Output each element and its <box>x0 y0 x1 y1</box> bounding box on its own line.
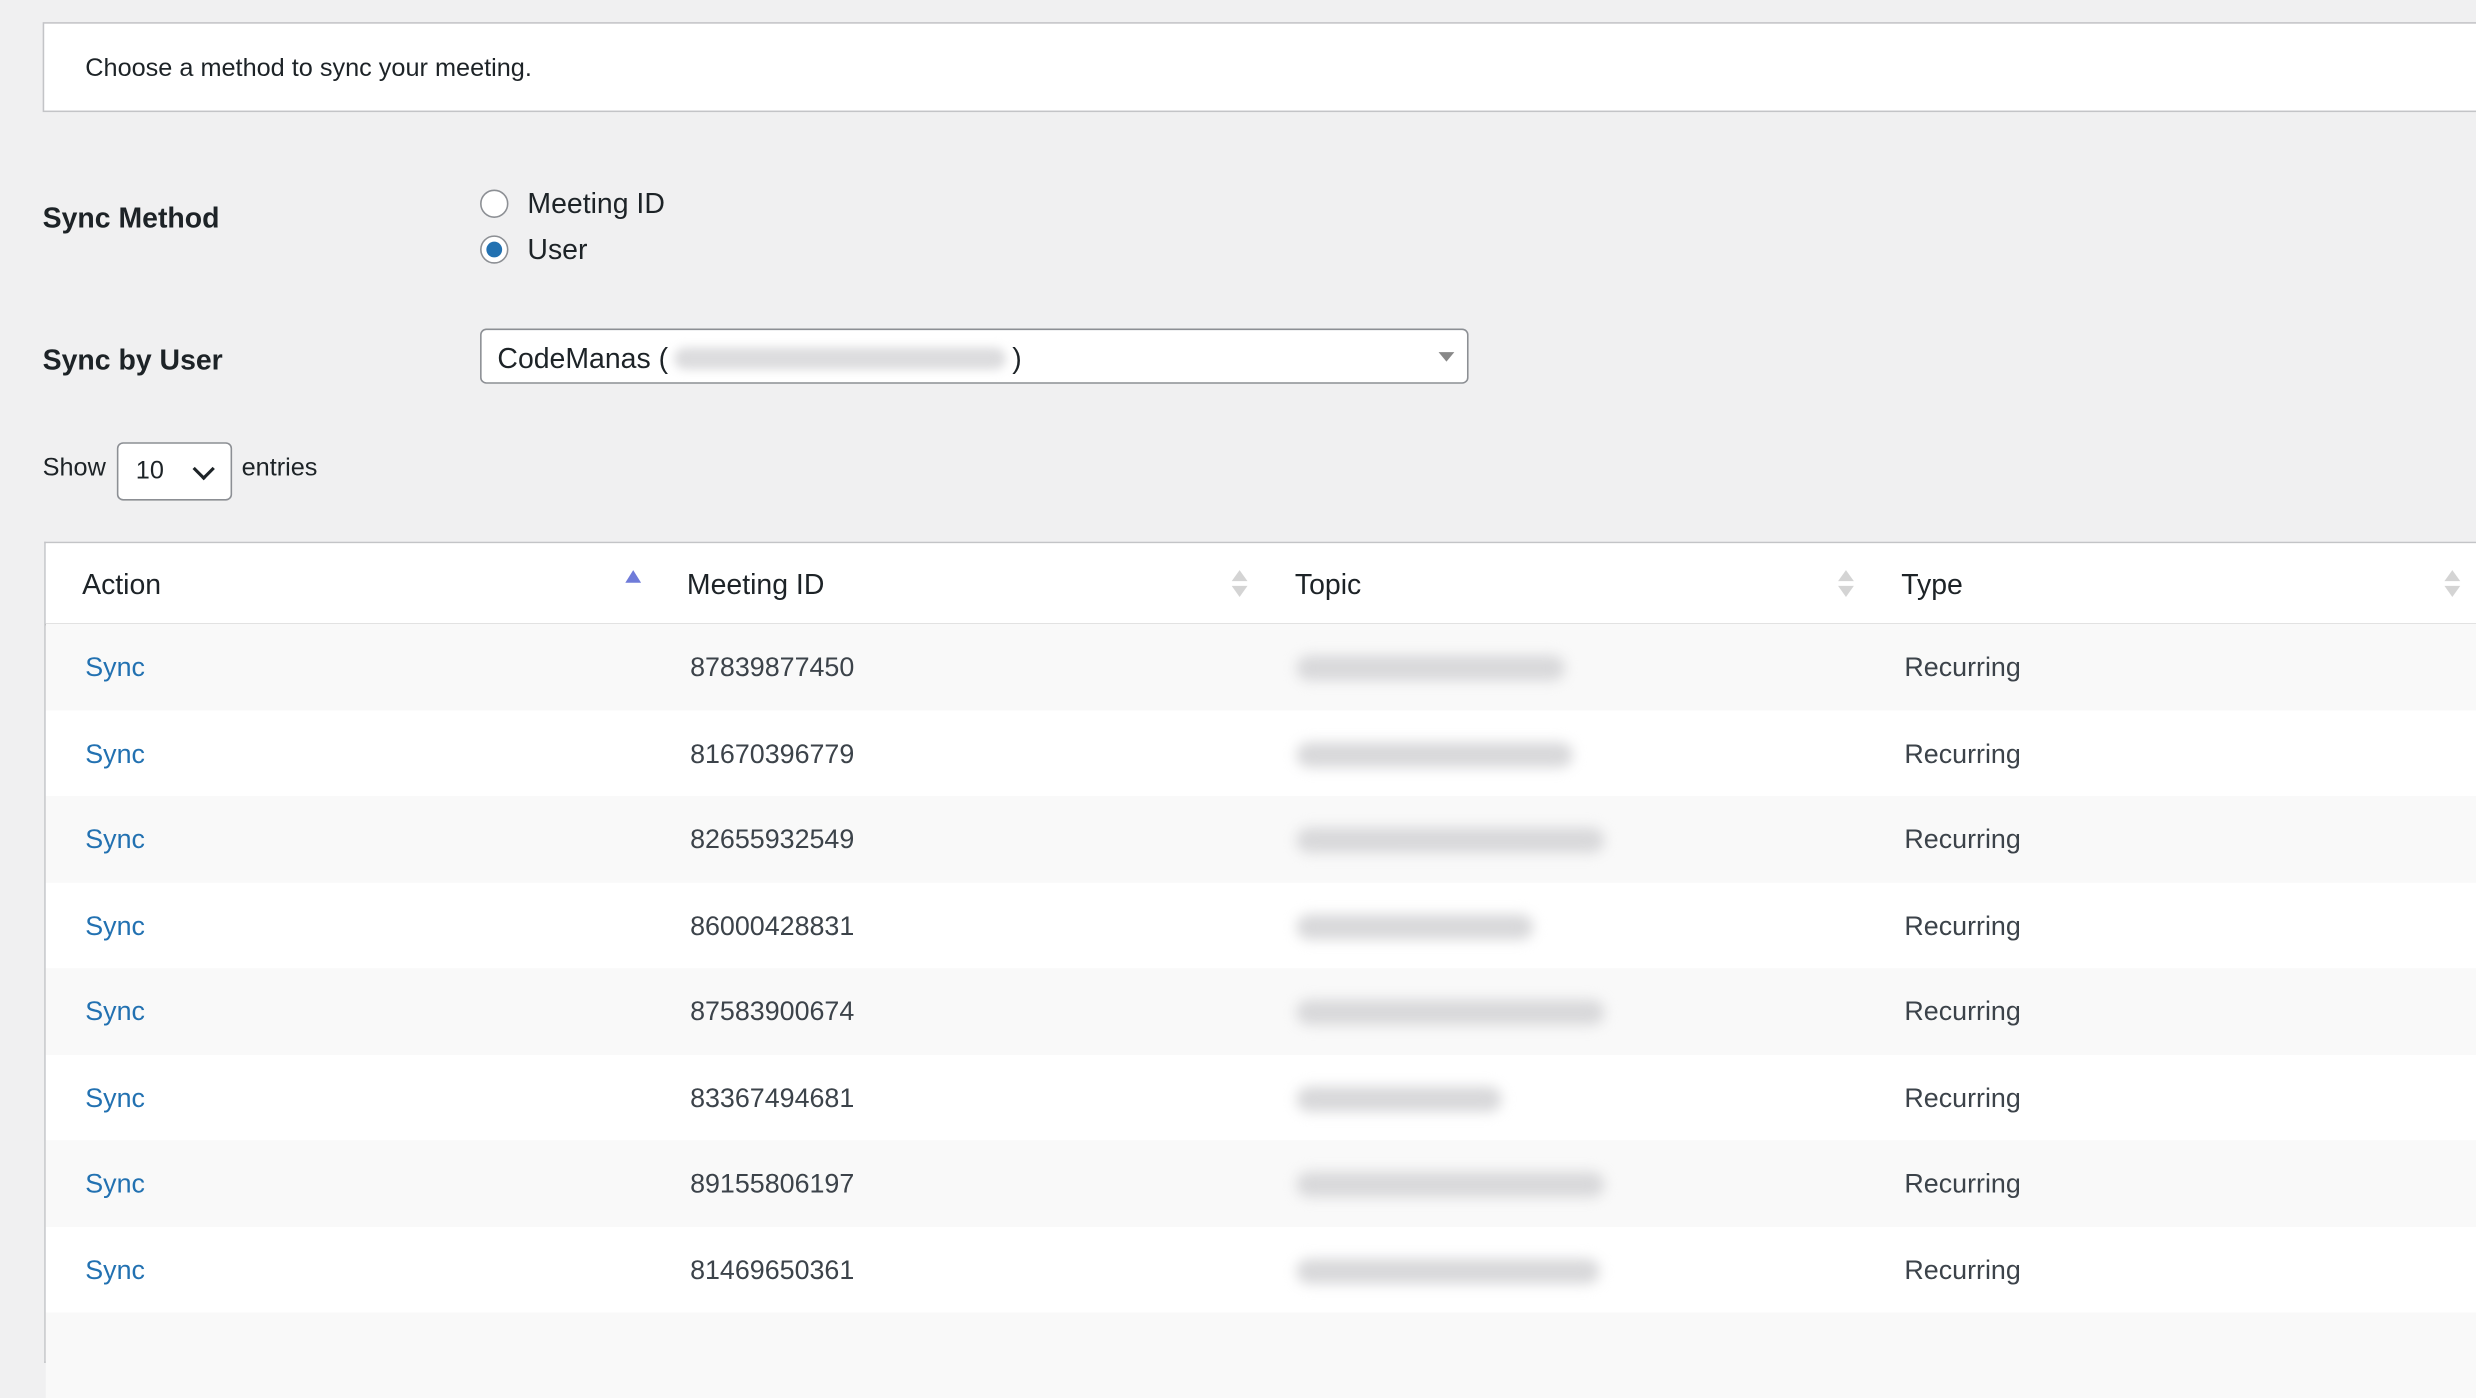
sort-icon[interactable] <box>1838 570 1854 598</box>
redacted-topic <box>1296 741 1573 767</box>
column-header-type[interactable]: Type <box>1901 569 1963 602</box>
radio-option-meeting-id[interactable]: Meeting ID <box>480 185 665 223</box>
entries-per-page-select[interactable]: 10 <box>116 442 233 501</box>
redacted-topic <box>1296 1085 1502 1112</box>
table-row: Sync 82655932549 Recurring <box>45 795 2476 883</box>
user-radio-label[interactable]: User <box>527 233 587 266</box>
redacted-email <box>674 347 1006 370</box>
sort-icon[interactable] <box>2444 570 2461 598</box>
table-row: Sync 86000428831 Recurring <box>45 882 2476 969</box>
sync-link[interactable]: Sync <box>85 738 145 770</box>
sync-link[interactable]: Sync <box>85 997 145 1029</box>
column-header-meeting-id[interactable]: Meeting ID <box>687 569 824 602</box>
table-row: Sync 83367494681 Recurring <box>45 1054 2476 1141</box>
user-select-prefix: CodeManas ( <box>497 342 669 375</box>
meeting-id-radio-label[interactable]: Meeting ID <box>527 187 664 220</box>
type-cell: Recurring <box>1904 824 2021 855</box>
meeting-id-cell: 83367494681 <box>690 1082 855 1113</box>
table-row: Sync 87839877450 Recurring <box>45 623 2476 710</box>
type-cell: Recurring <box>1904 738 2021 769</box>
meeting-id-radio[interactable] <box>480 189 509 218</box>
column-header-action[interactable]: Action <box>82 569 161 602</box>
type-cell: Recurring <box>1904 996 2021 1027</box>
entries-label: entries <box>241 454 318 482</box>
sync-by-user-label: Sync by User <box>42 344 223 376</box>
notice-text: Choose a method to sync your meeting. <box>85 55 532 83</box>
user-radio[interactable] <box>480 235 509 264</box>
type-cell: Recurring <box>1904 652 2021 683</box>
redacted-topic <box>1296 827 1605 853</box>
redacted-topic <box>1296 999 1605 1025</box>
entries-per-page-value: 10 <box>135 457 164 485</box>
type-cell: Recurring <box>1904 1254 2021 1285</box>
column-header-topic[interactable]: Topic <box>1295 569 1361 602</box>
table-row: Sync 87583900674 Recurring <box>45 968 2476 1055</box>
meeting-id-cell: 87839877450 <box>690 652 855 683</box>
meeting-id-cell: 81670396779 <box>690 738 855 769</box>
radio-option-user[interactable]: User <box>480 231 587 269</box>
redacted-topic <box>1296 913 1534 939</box>
meetings-table: Action Meeting ID Topic Type Sync 878398… <box>44 541 2476 1398</box>
meeting-id-cell: 86000428831 <box>690 910 855 941</box>
sync-method-label: Sync Method <box>42 202 220 234</box>
sync-link[interactable]: Sync <box>85 824 145 856</box>
table-row: Sync 89155806197 Recurring <box>45 1140 2476 1227</box>
sync-link[interactable]: Sync <box>85 652 145 684</box>
info-notice: Choose a method to sync your meeting. <box>42 22 2476 113</box>
meeting-id-cell: 81469650361 <box>690 1254 855 1285</box>
redacted-topic <box>1296 655 1565 681</box>
meeting-id-cell: 87583900674 <box>690 996 855 1027</box>
sync-link[interactable]: Sync <box>85 1083 145 1115</box>
table-row: Sync 81469650361 Recurring <box>45 1226 2476 1313</box>
sort-icon[interactable] <box>1231 570 1248 598</box>
sync-meetings-page: Choose a method to sync your meeting. Sy… <box>0 0 2476 1398</box>
sync-link[interactable]: Sync <box>85 910 145 942</box>
type-cell: Recurring <box>1904 910 2021 941</box>
chevron-down-icon <box>192 457 215 481</box>
table-header: Action Meeting ID Topic Type <box>45 543 2476 626</box>
sort-ascending-icon[interactable] <box>625 570 642 583</box>
show-label: Show <box>42 454 106 482</box>
redacted-topic <box>1296 1257 1600 1284</box>
sync-link[interactable]: Sync <box>85 1169 145 1201</box>
user-select[interactable]: CodeManas () <box>480 328 1469 384</box>
meeting-id-cell: 89155806197 <box>690 1168 855 1199</box>
type-cell: Recurring <box>1904 1082 2021 1113</box>
type-cell: Recurring <box>1904 1168 2021 1199</box>
redacted-topic <box>1296 1171 1605 1198</box>
table-row <box>45 1312 2476 1398</box>
sync-link[interactable]: Sync <box>85 1255 145 1287</box>
table-row: Sync 81670396779 Recurring <box>45 709 2476 796</box>
meeting-id-cell: 82655932549 <box>690 824 855 855</box>
user-select-suffix: ) <box>1012 342 1022 375</box>
dropdown-arrow-icon[interactable] <box>1438 352 1455 362</box>
user-select-value: CodeManas () <box>497 343 1021 376</box>
